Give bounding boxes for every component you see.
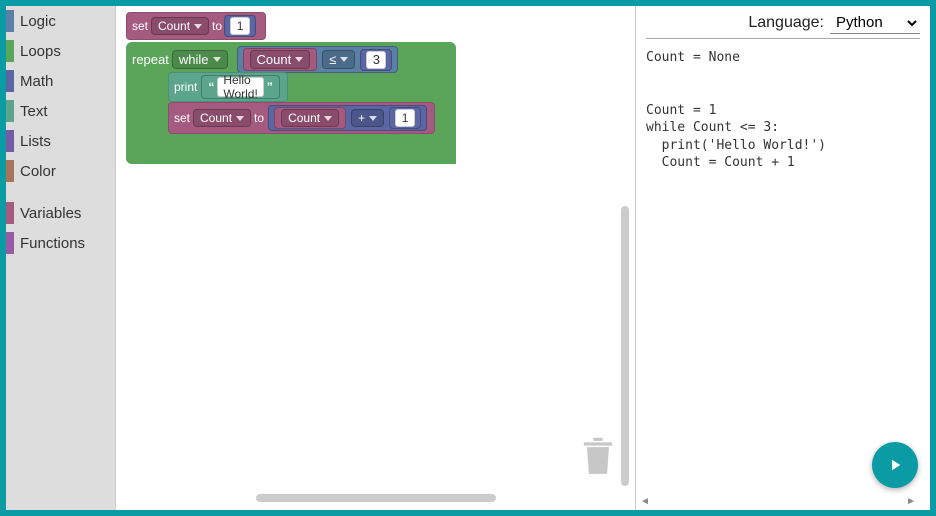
cond-op-dropdown[interactable]: ≤ xyxy=(322,50,355,69)
kw-to: to xyxy=(212,19,222,33)
category-label: Math xyxy=(20,73,53,90)
value-socket[interactable]: 1 xyxy=(224,15,256,37)
category-label: Variables xyxy=(20,205,81,222)
text-value[interactable]: Hello World! xyxy=(217,77,263,97)
expr-left-var[interactable]: Count xyxy=(274,107,346,129)
kw-repeat: repeat xyxy=(132,52,169,67)
text-literal[interactable]: “ Hello World! ” xyxy=(201,75,279,99)
workspace-hscroll[interactable] xyxy=(256,494,496,502)
category-color-swatch xyxy=(6,100,14,122)
scroll-left-icon[interactable]: ◄ xyxy=(640,496,650,507)
var-dropdown[interactable]: Count xyxy=(193,109,251,127)
loop-mode-dropdown[interactable]: while xyxy=(172,50,228,69)
language-label: Language: xyxy=(748,14,824,32)
toolbox: Logic Loops Math Text Lists Color Variables Fu… xyxy=(6,6,116,510)
category-color-swatch xyxy=(6,232,14,254)
toolbox-category-functions[interactable]: Functions xyxy=(6,228,115,258)
category-label: Loops xyxy=(20,43,61,60)
category-label: Text xyxy=(20,103,48,120)
kw-to: to xyxy=(254,111,264,125)
toolbox-category-color[interactable]: Color xyxy=(6,156,115,186)
play-icon xyxy=(886,456,904,474)
kw-set: set xyxy=(132,19,148,33)
workspace[interactable]: set Count to 1 repeat while Count ≤ xyxy=(116,6,635,510)
category-color-swatch xyxy=(6,10,14,32)
code-hscroll[interactable]: ◄ ► xyxy=(640,496,916,506)
workspace-vscroll[interactable] xyxy=(621,206,629,486)
toolbox-category-variables[interactable]: Variables xyxy=(6,198,115,228)
kw-set: set xyxy=(174,111,190,125)
run-button[interactable] xyxy=(872,442,918,488)
trash-icon[interactable] xyxy=(579,433,617,480)
block-print[interactable]: print “ Hello World! ” xyxy=(168,72,288,102)
category-label: Color xyxy=(20,163,56,180)
category-label: Logic xyxy=(20,13,56,30)
toolbox-category-loops[interactable]: Loops xyxy=(6,36,115,66)
category-label: Lists xyxy=(20,133,51,150)
scroll-right-icon[interactable]: ► xyxy=(906,496,916,507)
kw-print: print xyxy=(174,80,197,94)
toolbox-category-lists[interactable]: Lists xyxy=(6,126,115,156)
expr-op-dropdown[interactable]: + xyxy=(351,109,384,127)
category-color-swatch xyxy=(6,40,14,62)
block-set-count-incr[interactable]: set Count to Count + 1 xyxy=(168,102,435,134)
category-color-swatch xyxy=(6,70,14,92)
language-select[interactable]: Python xyxy=(830,12,920,34)
block-set-count-1[interactable]: set Count to 1 xyxy=(126,12,266,40)
toolbox-category-math[interactable]: Math xyxy=(6,66,115,96)
var-dropdown[interactable]: Count xyxy=(151,17,209,35)
condition-compare[interactable]: Count ≤ 3 xyxy=(237,46,399,73)
cond-left-var[interactable]: Count xyxy=(243,48,318,71)
math-add[interactable]: Count + 1 xyxy=(268,105,427,131)
toolbox-category-text[interactable]: Text xyxy=(6,96,115,126)
category-color-swatch xyxy=(6,130,14,152)
code-panel: Language: Python Count = None Count = 1 … xyxy=(635,6,930,510)
expr-right-num[interactable]: 1 xyxy=(389,107,421,129)
category-color-swatch xyxy=(6,202,14,224)
app-frame: Logic Loops Math Text Lists Color Variables Fu… xyxy=(6,6,930,510)
generated-code: Count = None Count = 1 while Count <= 3:… xyxy=(646,49,920,172)
category-color-swatch xyxy=(6,160,14,182)
language-row: Language: Python xyxy=(646,12,920,39)
cond-right-num[interactable]: 3 xyxy=(360,49,392,71)
toolbox-category-logic[interactable]: Logic xyxy=(6,6,115,36)
category-label: Functions xyxy=(20,235,85,252)
